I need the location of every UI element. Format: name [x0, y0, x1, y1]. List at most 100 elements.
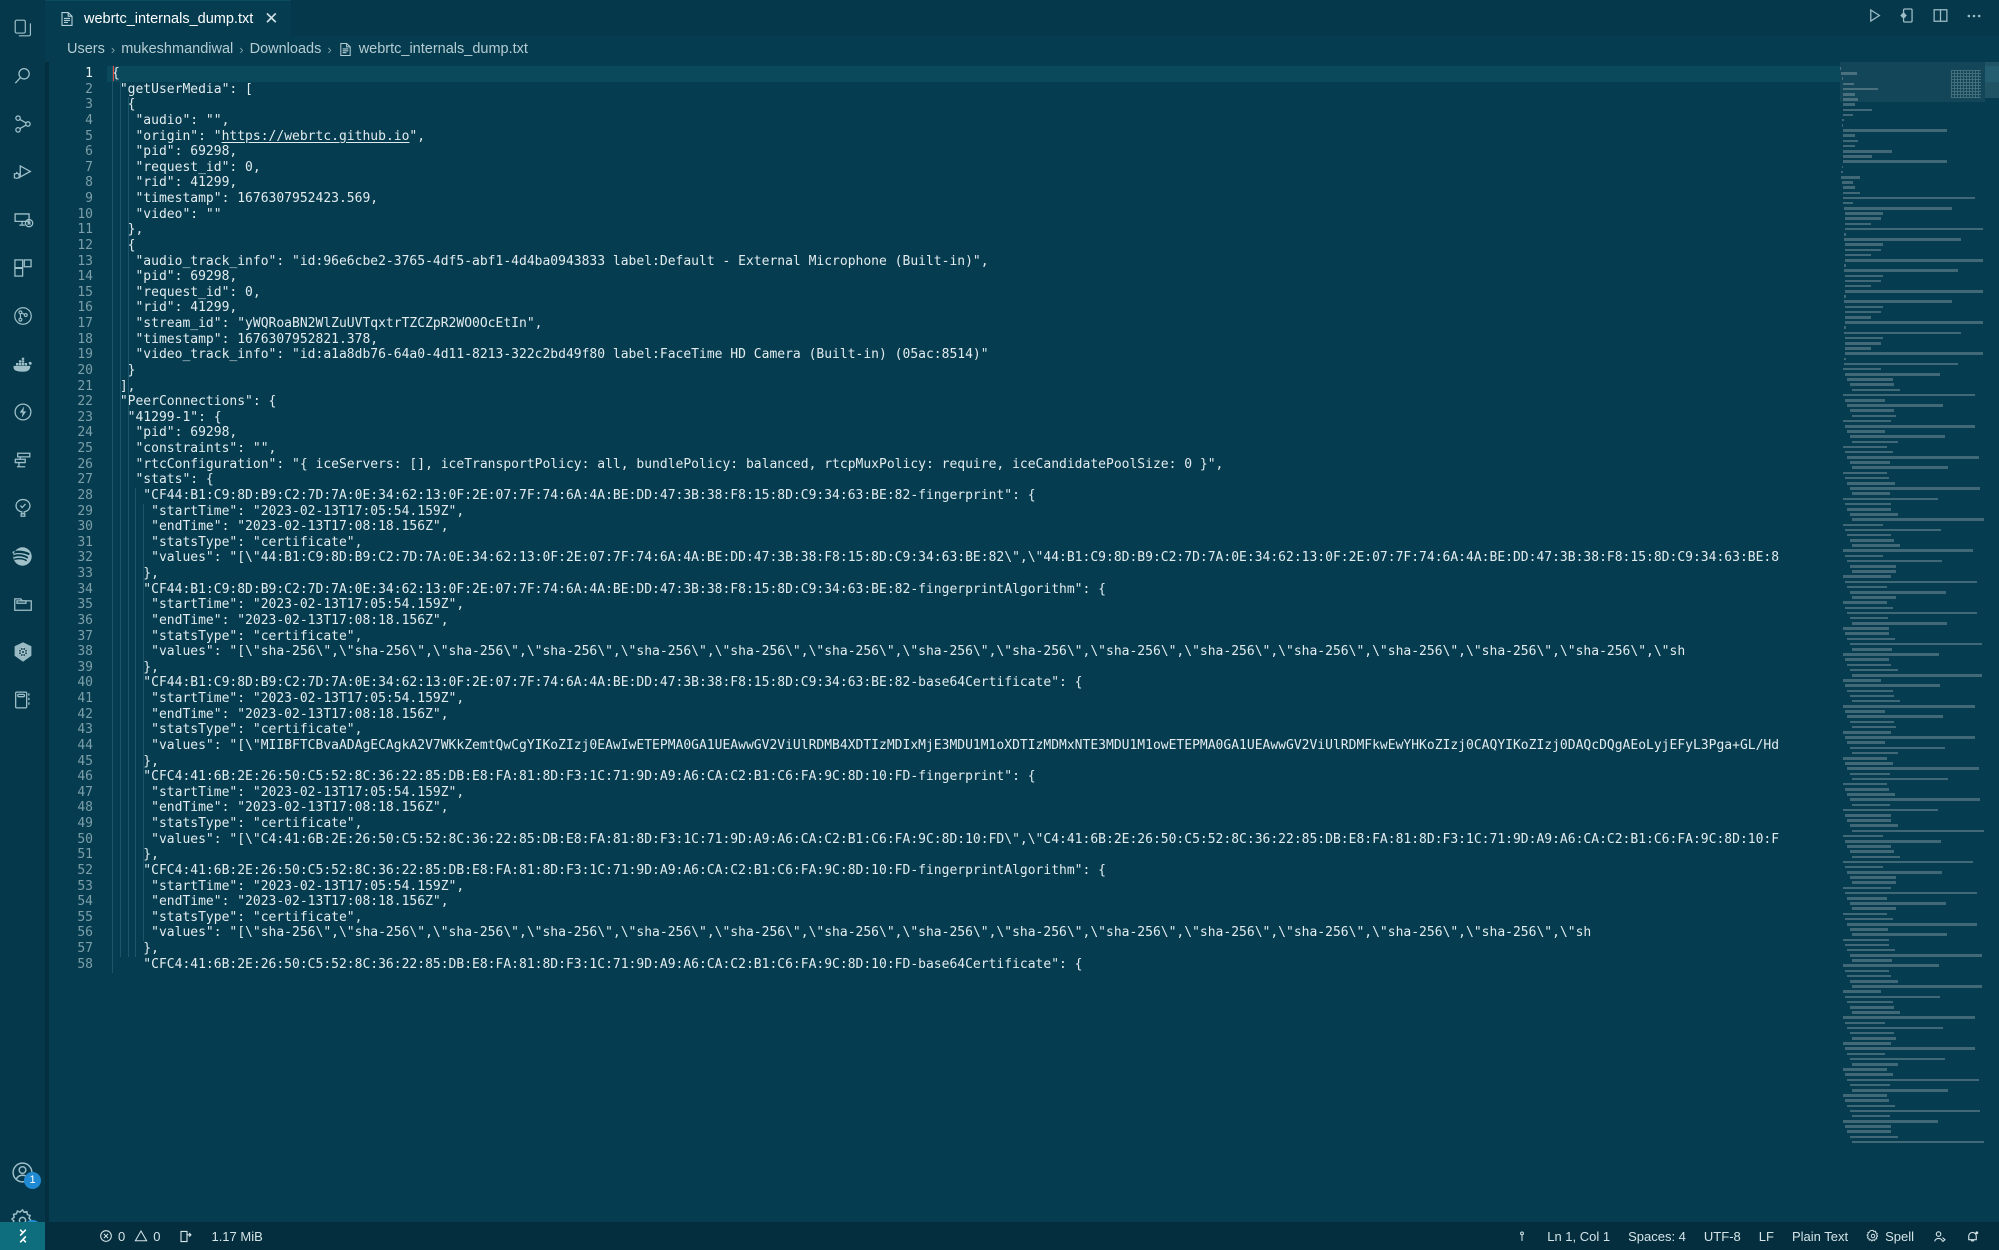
- source-control-icon[interactable]: [0, 100, 45, 148]
- code-line[interactable]: "video_track_info": "id:a1a8db76-64a0-4d…: [107, 347, 1999, 363]
- code-line[interactable]: "CFC4:41:6B:2E:26:50:C5:52:8C:36:22:85:D…: [107, 863, 1999, 879]
- code-line[interactable]: "values": "[\"sha-256\",\"sha-256\",\"sh…: [107, 644, 1999, 660]
- code-line[interactable]: "startTime": "2023-02-13T17:05:54.159Z",: [107, 504, 1999, 520]
- remote-explorer-icon[interactable]: [0, 196, 45, 244]
- code-line[interactable]: },: [107, 941, 1999, 957]
- code-line[interactable]: "audio_track_info": "id:96e6cbe2-3765-4d…: [107, 254, 1999, 270]
- code-line[interactable]: "startTime": "2023-02-13T17:05:54.159Z",: [107, 879, 1999, 895]
- play-icon[interactable]: [1866, 7, 1883, 29]
- code-line[interactable]: }: [107, 363, 1999, 379]
- status-editor-encoding[interactable]: UTF-8: [1695, 1222, 1750, 1250]
- code-line[interactable]: "endTime": "2023-02-13T17:08:18.156Z",: [107, 613, 1999, 629]
- code-line[interactable]: "PeerConnections": {: [107, 394, 1999, 410]
- close-icon[interactable]: ✕: [262, 10, 278, 27]
- code-line[interactable]: "statsType": "certificate",: [107, 910, 1999, 926]
- code-line[interactable]: },: [107, 660, 1999, 676]
- code-line[interactable]: "endTime": "2023-02-13T17:08:18.156Z",: [107, 519, 1999, 535]
- status-editor-language[interactable]: Plain Text: [1783, 1222, 1857, 1250]
- code-line[interactable]: },: [107, 754, 1999, 770]
- code-line[interactable]: "startTime": "2023-02-13T17:05:54.159Z",: [107, 785, 1999, 801]
- code-line[interactable]: "endTime": "2023-02-13T17:08:18.156Z",: [107, 800, 1999, 816]
- breadcrumb-item-downloads[interactable]: Downloads: [250, 41, 322, 57]
- run-debug-icon[interactable]: [1899, 7, 1916, 29]
- code-line[interactable]: "timestamp": 1676307952423.569,: [107, 191, 1999, 207]
- minimap[interactable]: [1840, 62, 1985, 1222]
- status-notifications[interactable]: [1956, 1222, 1989, 1250]
- code-line[interactable]: "request_id": 0,: [107, 285, 1999, 301]
- code-line[interactable]: "rid": 41299,: [107, 175, 1999, 191]
- vertical-scrollbar[interactable]: [1985, 62, 1999, 1222]
- code-line[interactable]: "statsType": "certificate",: [107, 816, 1999, 832]
- code-line[interactable]: "41299-1": {: [107, 410, 1999, 426]
- git-graph-icon[interactable]: [0, 292, 45, 340]
- code-line[interactable]: "statsType": "certificate",: [107, 629, 1999, 645]
- search-icon[interactable]: [0, 52, 45, 100]
- code-line[interactable]: "getUserMedia": [: [107, 82, 1999, 98]
- checkmark-tree-icon[interactable]: [0, 484, 45, 532]
- code-line[interactable]: "request_id": 0,: [107, 160, 1999, 176]
- code-lines[interactable]: { "getUserMedia": [ { "audio": "", "orig…: [107, 66, 1999, 972]
- code-line[interactable]: {: [107, 66, 1999, 82]
- project-manager-icon[interactable]: [0, 580, 45, 628]
- url-link[interactable]: https://webrtc.github.io: [222, 129, 410, 144]
- code-line[interactable]: "values": "[\"sha-256\",\"sha-256\",\"sh…: [107, 925, 1999, 941]
- code-line[interactable]: "startTime": "2023-02-13T17:05:54.159Z",: [107, 691, 1999, 707]
- tab-webrtc-internals-dump[interactable]: webrtc_internals_dump.txt ✕: [45, 0, 291, 36]
- code-content[interactable]: { "getUserMedia": [ { "audio": "", "orig…: [107, 62, 1999, 1222]
- database-icon[interactable]: [0, 676, 45, 724]
- code-line[interactable]: "origin": "https://webrtc.github.io",: [107, 129, 1999, 145]
- code-line[interactable]: {: [107, 97, 1999, 113]
- code-line[interactable]: "statsType": "certificate",: [107, 722, 1999, 738]
- code-line[interactable]: "startTime": "2023-02-13T17:05:54.159Z",: [107, 597, 1999, 613]
- thunder-client-icon[interactable]: [0, 388, 45, 436]
- code-line[interactable]: "pid": 69298,: [107, 269, 1999, 285]
- code-line[interactable]: },: [107, 566, 1999, 582]
- code-line[interactable]: "audio": "",: [107, 113, 1999, 129]
- status-file-size[interactable]: 1.17 MiB: [202, 1222, 271, 1250]
- explorer-icon[interactable]: [0, 4, 45, 52]
- split-editor-icon[interactable]: [1932, 7, 1949, 29]
- code-line[interactable]: "rtcConfiguration": "{ iceServers: [], i…: [107, 457, 1999, 473]
- code-line[interactable]: "constraints": "",: [107, 441, 1999, 457]
- code-line[interactable]: "statsType": "certificate",: [107, 535, 1999, 551]
- remote-window-icon[interactable]: [0, 1222, 45, 1250]
- code-line[interactable]: "video": "": [107, 207, 1999, 223]
- account-icon[interactable]: 1: [0, 1148, 45, 1196]
- status-radio-tower[interactable]: [1506, 1222, 1538, 1250]
- spotify-icon[interactable]: [0, 532, 45, 580]
- code-line[interactable]: "endTime": "2023-02-13T17:08:18.156Z",: [107, 707, 1999, 723]
- code-line[interactable]: "rid": 41299,: [107, 300, 1999, 316]
- code-line[interactable]: },: [107, 222, 1999, 238]
- status-spell-checker[interactable]: Spell: [1857, 1222, 1923, 1250]
- code-line[interactable]: "pid": 69298,: [107, 425, 1999, 441]
- code-line[interactable]: "values": "[\"44:B1:C9:8D:B9:C2:7D:7A:0E…: [107, 550, 1999, 566]
- extensions-icon[interactable]: [0, 244, 45, 292]
- status-editor-indentation[interactable]: Spaces: 4: [1619, 1222, 1695, 1250]
- scrollbar-thumb[interactable]: [1985, 62, 1999, 98]
- docker-icon[interactable]: [0, 340, 45, 388]
- breadcrumb-item-mukeshmandiwal[interactable]: mukeshmandiwal: [121, 41, 233, 57]
- code-line[interactable]: "values": "[\"MIIBFTCBvaADAgECAgkA2V7WKk…: [107, 738, 1999, 754]
- code-line[interactable]: "values": "[\"C4:41:6B:2E:26:50:C5:52:8C…: [107, 832, 1999, 848]
- status-ports[interactable]: [169, 1222, 202, 1250]
- status-editor-position[interactable]: Ln 1, Col 1: [1538, 1222, 1619, 1250]
- ellipsis-icon[interactable]: [1965, 7, 1983, 30]
- code-line[interactable]: "CFC4:41:6B:2E:26:50:C5:52:8C:36:22:85:D…: [107, 769, 1999, 785]
- code-line[interactable]: "timestamp": 1676307952821.378,: [107, 332, 1999, 348]
- test-explorer-icon[interactable]: [0, 436, 45, 484]
- code-line[interactable]: "pid": 69298,: [107, 144, 1999, 160]
- code-line[interactable]: "CF44:B1:C9:8D:B9:C2:7D:7A:0E:34:62:13:0…: [107, 582, 1999, 598]
- status-share[interactable]: [1923, 1222, 1956, 1250]
- code-line[interactable]: },: [107, 847, 1999, 863]
- code-line[interactable]: "stats": {: [107, 472, 1999, 488]
- status-editor-eol[interactable]: LF: [1750, 1222, 1783, 1250]
- kubernetes-icon[interactable]: [0, 628, 45, 676]
- code-line[interactable]: ],: [107, 379, 1999, 395]
- text-editor[interactable]: 1 2 3 4 5 6 7 8 9 10 11 12 13 14 15 16 17 18 19 20 21 22 23 24 2…: [45, 62, 1999, 1222]
- code-line[interactable]: {: [107, 238, 1999, 254]
- breadcrumb-item-file[interactable]: webrtc_internals_dump.txt: [338, 41, 528, 57]
- run-and-debug-icon[interactable]: [0, 148, 45, 196]
- code-line[interactable]: "CFC4:41:6B:2E:26:50:C5:52:8C:36:22:85:D…: [107, 957, 1999, 973]
- code-line[interactable]: "endTime": "2023-02-13T17:08:18.156Z",: [107, 894, 1999, 910]
- status-problems[interactable]: 0 0: [90, 1222, 169, 1250]
